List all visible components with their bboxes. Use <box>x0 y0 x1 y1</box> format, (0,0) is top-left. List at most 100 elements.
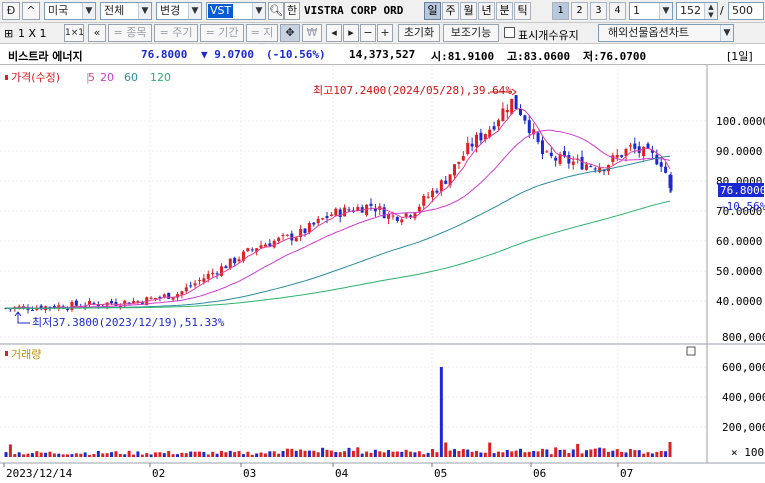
volume-bar <box>558 449 562 457</box>
period-tab[interactable]: 월 <box>460 2 477 20</box>
period-tab[interactable]: 년 <box>478 2 495 20</box>
volume-bar <box>175 454 179 457</box>
volume-bar <box>215 453 219 457</box>
volume-bar <box>448 450 452 457</box>
last-price-tag: 76.8000 <box>720 184 765 197</box>
scroll-left-button[interactable]: ◂ <box>326 24 342 42</box>
candle-body <box>514 95 518 110</box>
chevron-down-icon: ▼ <box>659 3 672 19</box>
region-select[interactable]: 미국 ▼ <box>44 2 96 20</box>
volume-bar <box>439 367 443 457</box>
chart-count-tab[interactable]: 2 <box>571 2 588 20</box>
volume-bar <box>184 453 188 457</box>
zoom-out-button[interactable]: − <box>360 24 376 42</box>
period-tab[interactable]: 틱 <box>514 2 531 20</box>
layout-button[interactable]: 1×1 <box>64 24 84 42</box>
item-button[interactable]: = 종목 <box>108 24 152 42</box>
period-tab[interactable]: 주 <box>442 2 459 20</box>
volume-bar <box>602 448 606 457</box>
hide-panel-button[interactable]: « <box>88 24 106 42</box>
korean-search-button[interactable]: 한 <box>284 2 300 20</box>
price-tick-label: 100.0000 <box>716 115 765 128</box>
date-tick-label: 02 <box>152 467 165 480</box>
scroll-right-button[interactable]: ▸ <box>343 24 359 42</box>
current-price: 76.8000 <box>141 48 188 61</box>
chart-count-tab[interactable]: 4 <box>609 2 626 20</box>
indicator-button[interactable]: = 지표 <box>246 24 278 55</box>
panel-maximize-button[interactable] <box>686 346 696 356</box>
volume-bar <box>461 449 465 457</box>
interval-select[interactable]: 1 ▼ <box>629 2 673 20</box>
period-tab[interactable]: 분 <box>496 2 513 20</box>
volume-bar <box>219 451 223 457</box>
volume-bar <box>475 450 479 457</box>
volume-bar <box>281 450 285 457</box>
ma20-label: 20 <box>100 71 114 84</box>
volume-bar <box>365 451 369 457</box>
volume-bar <box>263 453 267 457</box>
candle-body <box>422 195 426 206</box>
volume-bar <box>347 447 351 457</box>
cycle-button[interactable]: = 주기 <box>154 24 198 42</box>
volume-bar <box>382 452 386 457</box>
candle-body <box>307 223 311 233</box>
ticker-input[interactable]: VST ▼ <box>206 2 266 20</box>
volume-bar <box>514 450 518 457</box>
aux-function-button[interactable]: 보조기능 <box>443 24 499 42</box>
range-button[interactable]: = 기간 <box>200 24 244 42</box>
price-change-pct: (-10.56%) <box>266 48 326 61</box>
volume-unit: × 100 <box>731 446 764 459</box>
candle-body <box>501 108 505 121</box>
legend-sep: | <box>86 71 90 84</box>
search-button[interactable]: 🔍︎ <box>268 2 284 20</box>
volume-bar <box>628 449 632 457</box>
chart-count-tab[interactable]: 1 <box>552 2 569 20</box>
overseas-chart-value: 해외선물옵션차트 <box>608 26 689 39</box>
stepper-icon: ▲ ▼ <box>704 3 717 19</box>
volume-bar <box>497 451 501 457</box>
volume-bar <box>422 454 426 457</box>
candle-body <box>259 245 263 248</box>
volume-bar <box>136 451 140 457</box>
collapse-up-button[interactable]: ^ <box>22 2 40 20</box>
move-button[interactable]: ✥ <box>280 24 300 42</box>
reset-button[interactable]: 초기화 <box>398 24 440 42</box>
volume-bar <box>114 451 118 457</box>
volume-bar <box>387 450 391 457</box>
candle-body <box>554 157 558 161</box>
candle-body <box>523 115 527 121</box>
period-tag: [1일] <box>727 50 753 63</box>
candle-body <box>132 301 136 303</box>
candle-body <box>237 259 241 262</box>
chevron-down-icon: ▼ <box>188 3 201 19</box>
candle-body <box>505 110 509 113</box>
total-input[interactable]: 500 <box>728 2 764 20</box>
main-toolbar: Ð ^ 미국 ▼ 전체 ▼ 변경 ▼ VST ▼ 🔍︎ 한 VISTRA COR… <box>0 0 765 23</box>
panel-toggle-button[interactable]: Ð <box>2 2 20 20</box>
volume-bar <box>391 451 395 457</box>
candle-body <box>215 273 219 275</box>
volume-bar <box>606 451 610 457</box>
candle-body <box>589 166 593 168</box>
currency-button[interactable]: ₩ <box>302 24 322 42</box>
keep-count-checkbox[interactable] <box>504 27 515 38</box>
volume-bar <box>250 454 254 457</box>
overseas-chart-select[interactable]: 해외선물옵션차트 ▼ <box>598 24 734 42</box>
stock-chart[interactable]: 가격(수정) 5 20 60 120 | 최고107.2400(2024/05/… <box>0 65 765 483</box>
count-stepper[interactable]: 152 ▲ ▼ <box>676 2 718 20</box>
candle-body <box>224 266 228 269</box>
volume-bar <box>57 453 61 457</box>
candle-body <box>211 272 215 275</box>
volume-bar <box>202 452 206 457</box>
volume-bar <box>52 453 56 457</box>
scope-select[interactable]: 전체 ▼ <box>100 2 152 20</box>
region-value: 미국 <box>48 4 69 17</box>
chart-count-tab[interactable]: 3 <box>590 2 607 20</box>
change-select[interactable]: 변경 ▼ <box>156 2 202 20</box>
price-tick-label: 60.0000 <box>716 235 762 248</box>
zoom-in-button[interactable]: + <box>377 24 393 42</box>
volume-bar <box>571 449 575 457</box>
period-tab[interactable]: 일 <box>424 2 441 20</box>
low-price: 저:76.0700 <box>583 50 647 63</box>
candle-body <box>593 168 597 170</box>
